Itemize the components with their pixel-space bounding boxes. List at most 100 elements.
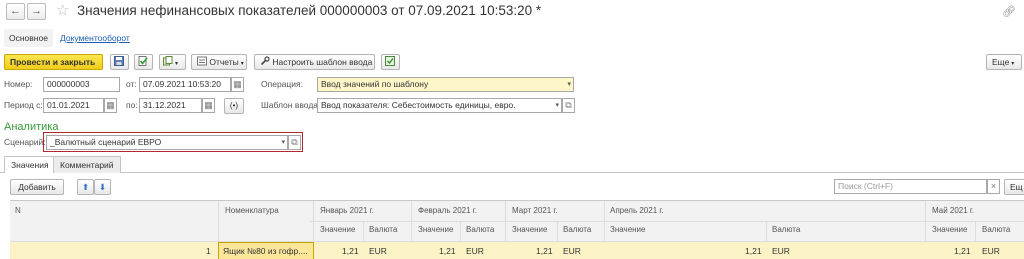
operation-select[interactable]: Ввод значений по шаблону ▾ <box>317 77 574 92</box>
period-from-field[interactable]: 01.01.2021 <box>43 98 104 113</box>
close-icon: × <box>990 181 997 191</box>
forward-button[interactable]: → <box>27 3 46 20</box>
configure-template-label: Настроить шаблон ввода <box>272 57 373 67</box>
add-row-button[interactable]: Добавить <box>10 179 64 195</box>
move-up-button[interactable]: ⬆ <box>77 179 94 195</box>
feb-currency: EUR <box>466 246 484 256</box>
mar-value: 1,21 <box>536 246 553 256</box>
period-icon: (•) <box>229 101 239 110</box>
calendar-icon: ▦ <box>233 79 242 89</box>
header-may: Май 2021 г. <box>932 206 975 215</box>
header-divider <box>310 221 1024 222</box>
reports-icon <box>197 56 207 66</box>
jan-currency: EUR <box>369 246 387 256</box>
chevron-down-icon: ▾ <box>555 102 559 109</box>
feb-value: 1,21 <box>439 246 456 256</box>
calendar-icon: ▦ <box>204 100 213 110</box>
header-may-currency: Валюта <box>982 225 1011 234</box>
save-button[interactable] <box>110 54 129 70</box>
date-field[interactable]: 07.09.2021 10:53:20 <box>139 77 231 92</box>
fill-table-button[interactable] <box>381 54 400 70</box>
nomenclature-value: Ящик №80 из гофр.... <box>223 246 308 256</box>
number-label: Номер: <box>4 79 33 89</box>
chevron-down-icon: ▾ <box>281 139 285 146</box>
post-document-icon <box>138 56 148 66</box>
table-row[interactable]: 1 Ящик №80 из гофр.... 1,21 EUR 1,21 EUR… <box>10 241 1024 259</box>
header-apr-currency: Валюта <box>772 225 801 234</box>
more-button[interactable]: Еще ▾ <box>986 54 1022 70</box>
operation-label: Операция: <box>261 79 303 89</box>
period-from-label: Период с: <box>4 100 43 110</box>
move-down-button[interactable]: ⬇ <box>94 179 111 195</box>
apr-value: 1,21 <box>745 246 762 256</box>
header-may-value: Значение <box>932 225 968 234</box>
header-n: N <box>15 206 21 215</box>
search-input[interactable]: Поиск (Ctrl+F) <box>834 179 987 194</box>
header-feb-value: Значение <box>418 225 454 234</box>
chevron-down-icon: ▾ <box>240 61 244 67</box>
period-to-calendar-button[interactable]: ▦ <box>202 98 215 113</box>
reports-button[interactable]: Отчеты ▾ <box>191 54 247 70</box>
header-mar-value: Значение <box>512 225 548 234</box>
window-title: Значения нефинансовых показателей 000000… <box>77 3 542 18</box>
favorite-star-icon[interactable]: ☆ <box>56 1 69 19</box>
scenario-select[interactable]: _Валютный сценарий ЕВРО ▾ <box>46 135 288 150</box>
more-label: Еще <box>992 57 1010 67</box>
may-value: 1,21 <box>954 246 971 256</box>
header-jan: Январь 2021 г. <box>320 206 374 215</box>
chevron-down-icon: ▾ <box>1011 61 1015 67</box>
tab-main[interactable]: Основное <box>4 29 53 47</box>
tab-docflow[interactable]: Документооборот <box>55 29 135 47</box>
row-number: 1 <box>206 246 211 256</box>
open-icon: ⧉ <box>291 137 298 147</box>
nomenclature-cell[interactable]: Ящик №80 из гофр.... <box>218 242 314 259</box>
save-icon <box>114 56 124 66</box>
period-to-label: по: <box>126 100 138 110</box>
create-based-icon <box>163 56 173 66</box>
link-icon[interactable]: 🔗︎ <box>1002 5 1016 18</box>
wrench-icon <box>260 56 270 66</box>
arrow-left-icon: ← <box>10 5 21 17</box>
reports-label: Отчеты <box>209 57 239 67</box>
header-feb-currency: Валюта <box>466 225 495 234</box>
period-select-button[interactable]: (•) <box>224 98 244 114</box>
header-jan-currency: Валюта <box>369 225 398 234</box>
back-button[interactable]: ← <box>6 3 25 20</box>
template-select[interactable]: Ввод показателя: Себестоимость единицы, … <box>317 98 562 113</box>
fill-table-icon <box>385 56 395 66</box>
header-apr: Апрель 2021 г. <box>610 206 664 215</box>
apr-currency: EUR <box>772 246 790 256</box>
post-and-close-button[interactable]: Провести и закрыть <box>4 54 103 70</box>
header-mar-currency: Валюта <box>563 225 592 234</box>
period-to-field[interactable]: 31.12.2021 <box>139 98 202 113</box>
open-icon: ⧉ <box>565 100 572 110</box>
scenario-value: _Валютный сценарий ЕВРО <box>50 137 162 147</box>
number-field[interactable]: 000000003 <box>43 77 120 92</box>
operation-value: Ввод значений по шаблону <box>321 79 429 89</box>
chevron-down-icon: ▾ <box>175 61 179 67</box>
tab-values[interactable]: Значения <box>4 156 56 173</box>
scenario-open-button[interactable]: ⧉ <box>288 135 301 150</box>
date-calendar-button[interactable]: ▦ <box>231 77 244 92</box>
search-clear-button[interactable]: × <box>987 179 1000 194</box>
jan-value: 1,21 <box>342 246 359 256</box>
header-jan-value: Значение <box>320 225 356 234</box>
tab-comment[interactable]: Комментарий <box>53 156 121 173</box>
may-currency: EUR <box>982 246 1000 256</box>
header-feb: Февраль 2021 г. <box>418 206 477 215</box>
header-mar: Март 2021 г. <box>512 206 558 215</box>
template-label: Шаблон ввода: <box>261 100 321 110</box>
chevron-down-icon: ▾ <box>567 81 571 88</box>
arrow-down-icon: ⬇ <box>98 182 107 192</box>
table-more-button[interactable]: Ещ <box>1004 179 1024 195</box>
period-from-calendar-button[interactable]: ▦ <box>104 98 117 113</box>
post-button[interactable] <box>134 54 153 70</box>
header-nomenclature: Номенклатура <box>225 206 279 215</box>
scenario-label: Сценарий: <box>4 137 46 147</box>
calendar-icon: ▦ <box>106 100 115 110</box>
template-value: Ввод показателя: Себестоимость единицы, … <box>321 100 516 110</box>
arrow-right-icon: → <box>31 5 42 17</box>
template-open-button[interactable]: ⧉ <box>562 98 575 113</box>
configure-template-button[interactable]: Настроить шаблон ввода <box>254 54 375 70</box>
create-based-on-button[interactable]: ▾ <box>159 54 186 70</box>
